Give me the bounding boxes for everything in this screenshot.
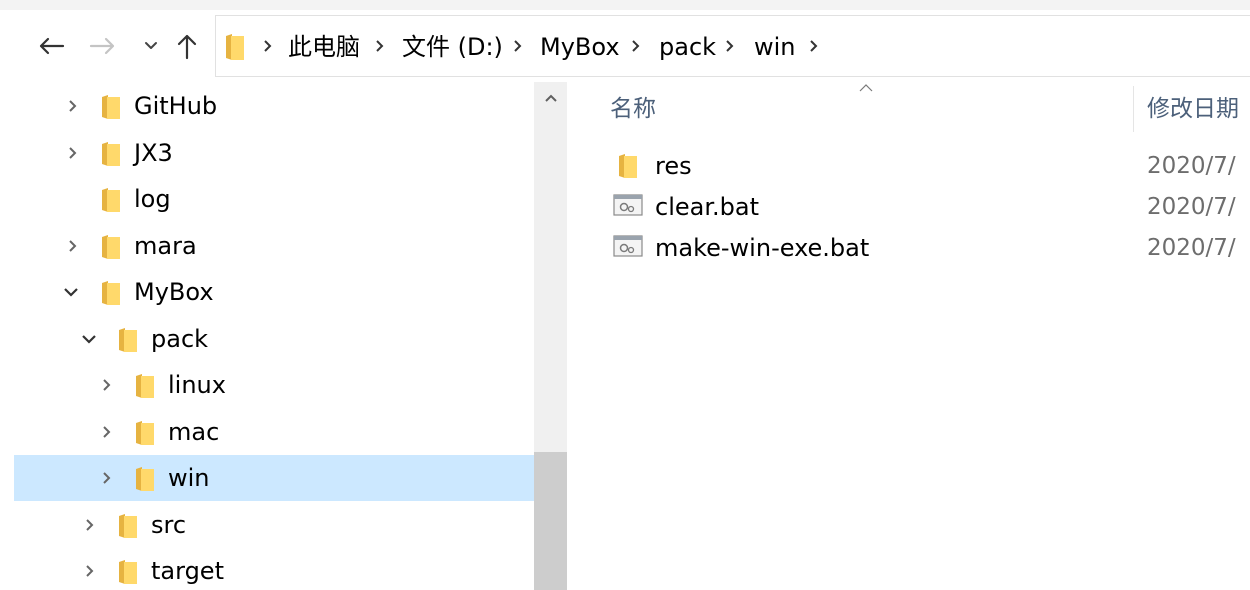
tree-item-mac[interactable]: mac <box>14 409 534 455</box>
tree-item-src[interactable]: src <box>14 502 534 548</box>
navigation-bar: 此电脑 文件 (D:) MyBox pack win <box>0 10 1250 82</box>
chevron-right-icon[interactable] <box>66 98 80 114</box>
scrollbar-thumb[interactable] <box>534 452 567 590</box>
tree-item-log[interactable]: log <box>14 176 534 222</box>
tree-item-pack[interactable]: pack <box>14 316 534 362</box>
folder-icon <box>136 467 154 491</box>
recent-locations-button[interactable] <box>136 30 166 62</box>
chevron-right-icon[interactable] <box>66 145 80 161</box>
tree-item-mara[interactable]: mara <box>14 223 534 269</box>
folder-icon <box>102 95 120 119</box>
tree-item-label: linux <box>168 371 226 399</box>
file-row-res[interactable]: res 2020/7/ <box>567 146 1250 186</box>
sort-ascending-icon <box>859 84 873 92</box>
column-divider[interactable] <box>1133 86 1134 132</box>
chevron-right-icon[interactable] <box>83 563 97 579</box>
chevron-right-icon[interactable] <box>100 424 114 440</box>
forward-button[interactable] <box>88 30 118 62</box>
breadcrumb-separator-icon <box>726 40 734 52</box>
breadcrumb-separator-icon <box>376 40 384 52</box>
chevron-down-icon[interactable] <box>62 284 80 300</box>
scroll-up-arrow-icon[interactable] <box>543 92 559 104</box>
chevron-right-icon[interactable] <box>100 377 114 393</box>
breadcrumb-separator-icon <box>514 40 522 52</box>
chevron-right-icon[interactable] <box>66 238 80 254</box>
chevron-right-icon[interactable] <box>83 517 97 533</box>
up-arrow-icon <box>177 34 197 60</box>
tree-item-label: MyBox <box>134 278 214 306</box>
breadcrumb-item-pack[interactable]: pack <box>659 32 716 62</box>
tree-item-target[interactable]: target <box>14 548 534 590</box>
folder-icon <box>619 154 637 178</box>
file-date: 2020/7/ <box>1147 153 1236 179</box>
folder-icon <box>136 374 154 398</box>
folder-icon <box>136 421 154 445</box>
file-row-make-win-exe-bat[interactable]: make-win-exe.bat 2020/7/ <box>567 228 1250 268</box>
chevron-down-icon[interactable] <box>80 331 98 347</box>
folder-icon <box>102 235 120 259</box>
breadcrumb-separator-icon[interactable] <box>808 38 820 54</box>
folder-icon <box>102 188 120 212</box>
folder-icon <box>119 560 137 584</box>
file-date: 2020/7/ <box>1147 194 1236 220</box>
file-date: 2020/7/ <box>1147 235 1236 261</box>
breadcrumb-item-win[interactable]: win <box>754 32 796 62</box>
tree-item-label: target <box>151 557 224 585</box>
file-explorer-window: 此电脑 文件 (D:) MyBox pack win GitHub JX3 lo… <box>0 0 1250 590</box>
folder-icon <box>119 514 137 538</box>
tree-item-label: win <box>168 464 210 492</box>
tree-item-label: mara <box>134 232 197 260</box>
chevron-right-icon[interactable] <box>100 470 114 486</box>
folder-icon <box>102 281 120 305</box>
navigation-pane-scrollbar[interactable] <box>534 82 567 590</box>
tree-item-linux[interactable]: linux <box>14 362 534 408</box>
file-name: res <box>655 152 692 180</box>
tree-item-mybox[interactable]: MyBox <box>14 269 534 315</box>
folder-icon <box>119 328 137 352</box>
tree-item-jx3[interactable]: JX3 <box>14 130 534 176</box>
tree-item-win[interactable]: win <box>14 455 534 501</box>
breadcrumb-item-drive-d[interactable]: 文件 (D:) <box>402 32 503 62</box>
forward-arrow-icon <box>89 37 115 55</box>
breadcrumb-item-mybox[interactable]: MyBox <box>540 32 620 62</box>
tree-item-label: src <box>151 511 187 539</box>
tree-item-label: mac <box>168 418 220 446</box>
column-header-name[interactable]: 名称 <box>610 94 656 124</box>
tree-item-label: GitHub <box>134 92 218 120</box>
chevron-down-icon <box>145 42 157 49</box>
address-bar[interactable]: 此电脑 文件 (D:) MyBox pack win <box>215 15 1250 77</box>
batch-file-icon <box>613 194 643 216</box>
file-list-pane: 名称 修改日期 res 2020/7/ clear.bat 2020/7/ ma… <box>567 82 1250 590</box>
window-top-strip <box>0 0 1250 10</box>
folder-icon <box>226 34 244 60</box>
back-arrow-icon <box>39 37 65 55</box>
breadcrumb-separator-icon <box>264 40 272 52</box>
navigation-pane: GitHub JX3 log mara MyBox pack linux mac… <box>14 82 534 590</box>
file-row-clear-bat[interactable]: clear.bat 2020/7/ <box>567 187 1250 227</box>
up-button[interactable] <box>172 30 202 62</box>
file-name: clear.bat <box>655 193 759 221</box>
tree-item-label: JX3 <box>134 139 173 167</box>
batch-file-icon <box>613 235 643 257</box>
tree-item-label: log <box>134 185 171 213</box>
breadcrumb-separator-icon <box>632 40 640 52</box>
back-button[interactable] <box>36 30 66 62</box>
tree-item-label: pack <box>151 325 209 353</box>
breadcrumb-item-this-pc[interactable]: 此电脑 <box>288 32 360 62</box>
tree-item-github[interactable]: GitHub <box>14 83 534 129</box>
file-name: make-win-exe.bat <box>655 234 870 262</box>
column-header-date-modified[interactable]: 修改日期 <box>1147 94 1239 124</box>
folder-icon <box>102 142 120 166</box>
